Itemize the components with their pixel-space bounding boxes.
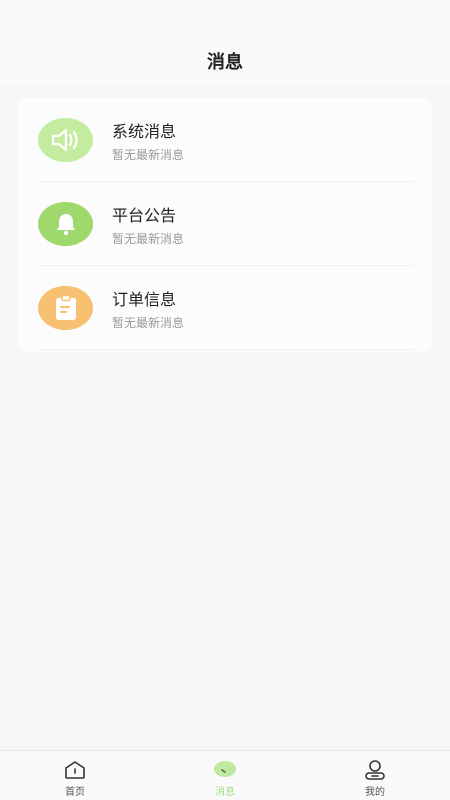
message-title: 平台公告: [112, 206, 177, 225]
tab-label: 消息: [215, 787, 235, 798]
speaker-icon: [38, 118, 93, 162]
message-item-orders[interactable]: 订单信息 暂无最新消息: [19, 266, 432, 350]
message-list: 系统消息 暂无最新消息 平台公告 暂无最新消息 订单信息 暂无最新消息: [19, 98, 432, 352]
tab-home[interactable]: 首页: [0, 751, 150, 800]
tab-profile[interactable]: 我的: [300, 751, 450, 800]
message-subtitle: 暂无最新消息: [112, 316, 185, 330]
message-subtitle: 暂无最新消息: [112, 148, 185, 162]
profile-icon: [362, 759, 388, 781]
home-icon: [62, 759, 88, 781]
message-subtitle: 暂无最新消息: [112, 232, 185, 246]
tab-label: 首页: [65, 787, 85, 798]
message-item-announcement[interactable]: 平台公告 暂无最新消息: [19, 182, 432, 266]
header: 消息: [0, 0, 450, 84]
message-item-system[interactable]: 系统消息 暂无最新消息: [19, 98, 432, 182]
message-icon: [212, 759, 238, 781]
bell-icon: [38, 202, 93, 246]
tab-label: 我的: [365, 787, 385, 798]
page-title: 消息: [207, 52, 243, 73]
divider: [39, 349, 414, 350]
message-title: 订单信息: [112, 290, 177, 309]
tab-bar: 首页 消息 我的: [0, 750, 450, 800]
clipboard-icon: [38, 286, 93, 330]
tab-messages[interactable]: 消息: [150, 751, 300, 800]
message-title: 系统消息: [112, 122, 177, 141]
